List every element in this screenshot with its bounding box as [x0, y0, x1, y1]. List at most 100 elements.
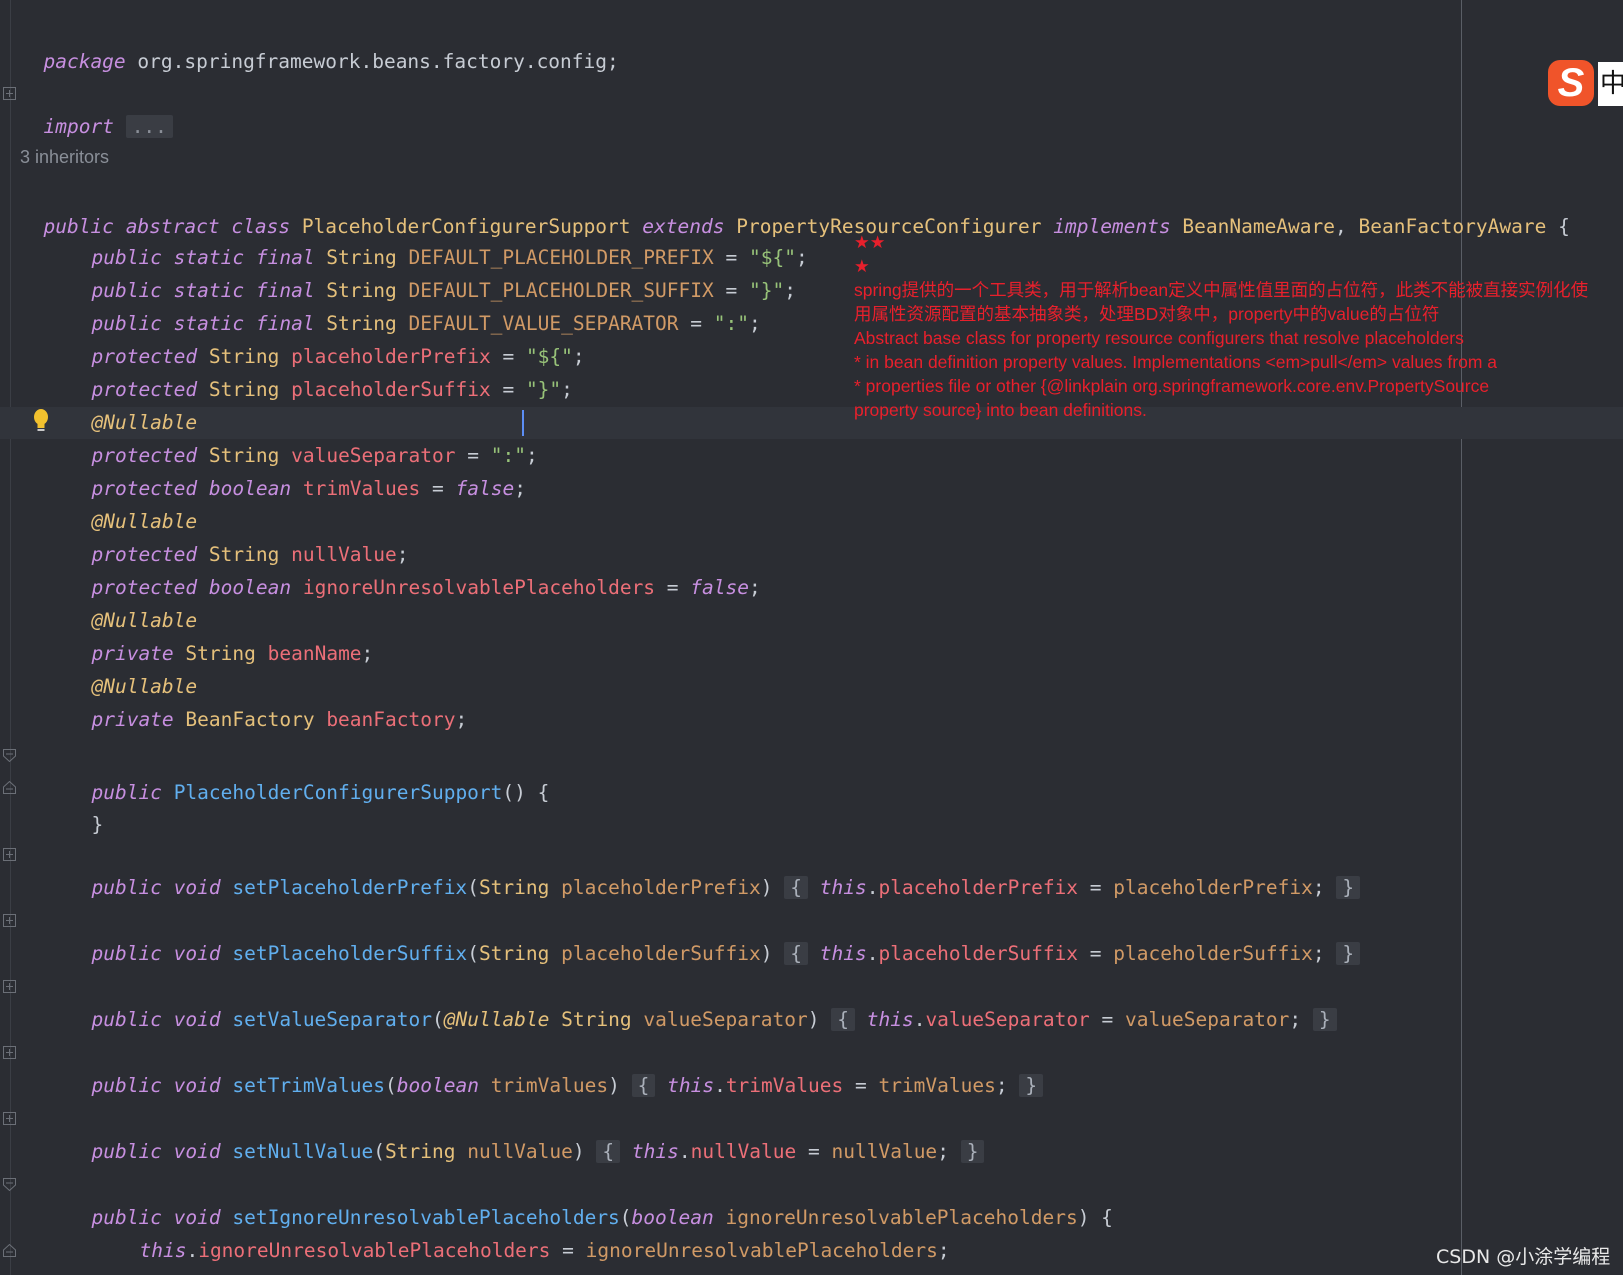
- punctuation: ): [760, 876, 773, 899]
- modifiers: public void: [91, 942, 221, 965]
- code-line-annotation[interactable]: @Nullable: [68, 637, 197, 698]
- fold-close-brace[interactable]: }: [1336, 876, 1361, 899]
- fold-open-brace[interactable]: {: [831, 1008, 855, 1031]
- fold-expand-icon[interactable]: [3, 87, 16, 100]
- fold-end-icon[interactable]: [3, 781, 16, 794]
- punctuation: ;: [748, 576, 761, 599]
- fold-open-brace[interactable]: {: [596, 1140, 621, 1163]
- modifier: private: [91, 708, 174, 731]
- field-name: ignoreUnresolvablePlaceholders: [198, 1239, 551, 1262]
- punctuation: .: [678, 1140, 691, 1163]
- punctuation: ;: [1312, 876, 1325, 899]
- fold-close-brace[interactable]: }: [960, 1140, 985, 1163]
- code-line-annotation[interactable]: @Nullable: [68, 373, 197, 434]
- code-editor[interactable]: { "editor": { "package_line": {"kw": "pa…: [0, 0, 1623, 1275]
- fold-close-brace[interactable]: }: [1336, 942, 1361, 965]
- closing-brace: }: [68, 1234, 103, 1275]
- punctuation: .: [186, 1239, 199, 1262]
- package-name: org.springframework.beans.factory.config…: [125, 50, 619, 73]
- modifiers: public void: [91, 1074, 221, 1097]
- method-set-placeholder-prefix[interactable]: public void setPlaceholderPrefix(String …: [68, 838, 1361, 899]
- note-line: property source} into bean definitions.: [854, 400, 1147, 420]
- fold-close-brace[interactable]: }: [1019, 1074, 1044, 1097]
- field-name: trimValues: [302, 477, 421, 500]
- method-set-value-separator[interactable]: public void setValueSeparator(@Nullable …: [68, 970, 1337, 1031]
- fold-expand-icon[interactable]: [3, 1046, 16, 1059]
- literal: false: [690, 576, 749, 599]
- method-body-line[interactable]: this.ignoreUnresolvablePlaceholders = ig…: [116, 1201, 949, 1262]
- method-name: setPlaceholderPrefix: [232, 876, 468, 899]
- code-line-field-trim[interactable]: protected boolean trimValues = false;: [68, 439, 525, 500]
- code-line-const-prefix[interactable]: public static final String DEFAULT_PLACE…: [68, 208, 807, 269]
- modifiers: public void: [91, 876, 221, 899]
- import-line[interactable]: import ...: [20, 77, 173, 138]
- punctuation: ;: [784, 279, 796, 302]
- code-line-annotation[interactable]: @Nullable: [68, 472, 197, 533]
- field-name: trimValues: [725, 1074, 844, 1097]
- punctuation: () {: [502, 781, 550, 804]
- method-set-trim-values[interactable]: public void setTrimValues(boolean trimVa…: [68, 1036, 1044, 1097]
- type: String: [208, 378, 280, 401]
- operator: =: [550, 1239, 586, 1262]
- punctuation: ;: [572, 345, 585, 368]
- fold-end-icon[interactable]: [3, 1244, 16, 1257]
- method-set-null-value[interactable]: public void setNullValue(String nullValu…: [68, 1102, 985, 1163]
- punctuation: ): [807, 1008, 820, 1031]
- inheritors-hint[interactable]: 3 inheritors: [20, 147, 109, 168]
- code-line-field-beanfactory[interactable]: private BeanFactory beanFactory;: [68, 670, 467, 731]
- fold-expand-icon[interactable]: [3, 848, 16, 861]
- fold-expand-icon[interactable]: [3, 1112, 16, 1125]
- note-line: spring提供的一个工具类，用于解析bean定义中属性值里面的占位符，此类不能…: [854, 280, 1589, 300]
- code-line-const-separator[interactable]: public static final String DEFAULT_VALUE…: [68, 274, 760, 335]
- method-name: setTrimValues: [232, 1074, 385, 1097]
- code-line-field-prefix[interactable]: protected String placeholderPrefix = "${…: [68, 307, 584, 368]
- code-line-field-null[interactable]: protected String nullValue;: [68, 505, 408, 566]
- param-type: String: [478, 942, 550, 965]
- param-name: valueSeparator: [643, 1008, 808, 1031]
- class-declaration[interactable]: public abstract class PlaceholderConfigu…: [20, 177, 1569, 238]
- code-line-field-ignore[interactable]: protected boolean ignoreUnresolvablePlac…: [68, 538, 760, 599]
- ime-logo-icon[interactable]: S: [1548, 60, 1594, 106]
- punctuation: }: [91, 813, 104, 836]
- constructor-declaration[interactable]: public PlaceholderConfigurerSupport() {: [68, 743, 549, 804]
- fold-open-brace[interactable]: {: [631, 1074, 656, 1097]
- punctuation: (: [385, 1074, 397, 1097]
- code-line-field-separator[interactable]: protected String valueSeparator = ":";: [68, 406, 537, 467]
- punctuation: ): [608, 1074, 620, 1097]
- fold-open-brace[interactable]: {: [784, 876, 808, 899]
- punctuation: ;: [525, 444, 538, 467]
- fold-expand-icon[interactable]: [3, 914, 16, 927]
- lightbulb-icon[interactable]: [32, 408, 50, 434]
- string-literal: "}": [525, 378, 562, 401]
- ime-toolbar[interactable]: S 中: [1546, 58, 1623, 110]
- fold-close-brace[interactable]: }: [1312, 1008, 1337, 1031]
- punctuation: ): [572, 1140, 585, 1163]
- keyword: package: [43, 50, 126, 73]
- operator: =: [420, 477, 456, 500]
- method-set-placeholder-suffix[interactable]: public void setPlaceholderSuffix(String …: [68, 904, 1361, 965]
- this-keyword: this: [819, 876, 867, 899]
- param-type: boolean: [396, 1074, 479, 1097]
- method-set-ignore-unresolvable[interactable]: public void setIgnoreUnresolvablePlaceho…: [68, 1168, 1112, 1229]
- fold-open-brace[interactable]: {: [784, 942, 808, 965]
- punctuation: .: [714, 1074, 726, 1097]
- punctuation: ;: [1312, 942, 1325, 965]
- code-line-field-beanname[interactable]: private String beanName;: [68, 604, 373, 665]
- package-line[interactable]: package org.springframework.beans.factor…: [20, 12, 618, 73]
- param-type: String: [478, 876, 550, 899]
- fold-collapse-icon[interactable]: [3, 1178, 16, 1191]
- code-line-field-suffix[interactable]: protected String placeholderSuffix = "}"…: [68, 340, 572, 401]
- code-line-annotation[interactable]: @Nullable: [68, 571, 197, 632]
- ime-mode-toggle[interactable]: 中: [1598, 62, 1623, 106]
- punctuation: ) {: [1077, 1206, 1113, 1229]
- code-line-const-suffix[interactable]: public static final String DEFAULT_PLACE…: [68, 241, 795, 302]
- operator: =: [796, 1140, 832, 1163]
- fold-expand-icon[interactable]: [3, 980, 16, 993]
- import-fold-placeholder[interactable]: ...: [125, 115, 173, 138]
- this-keyword: this: [819, 942, 867, 965]
- this-keyword: this: [631, 1140, 679, 1163]
- operator: =: [843, 1074, 879, 1097]
- modifiers: public void: [91, 1140, 221, 1163]
- note-stars: ★: [854, 256, 870, 276]
- fold-collapse-icon[interactable]: [3, 749, 16, 762]
